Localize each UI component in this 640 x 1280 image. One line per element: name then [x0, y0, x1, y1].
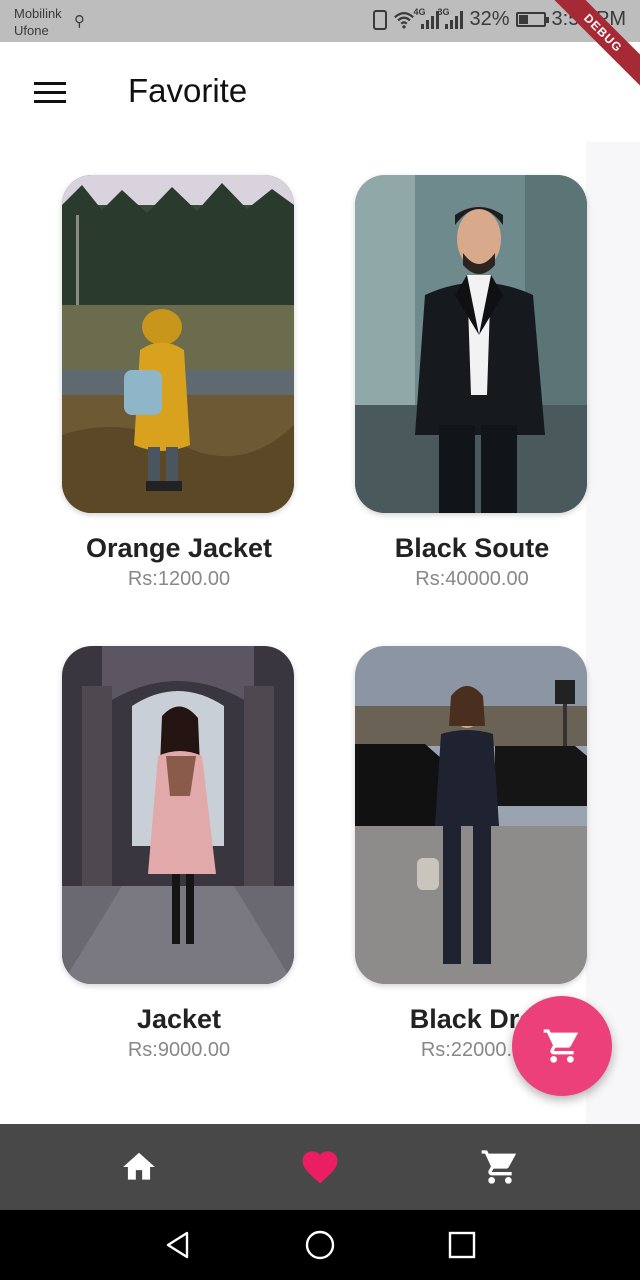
back-icon: [166, 1231, 189, 1259]
signal-2: 3G: [437, 7, 464, 29]
status-bar: Mobilink Ufone ⚲ 4G 3G 32% 3:58 PM: [0, 0, 640, 42]
bottom-navigation: [0, 1124, 640, 1210]
nav-cart[interactable]: [460, 1124, 540, 1210]
home-button[interactable]: [285, 1210, 355, 1280]
scroll-gutter: [586, 142, 640, 1124]
product-grid[interactable]: Orange Jacket Rs:1200.00 Black Soute Rs:…: [0, 142, 640, 1124]
product-card[interactable]: Black Soute Rs:40000.00: [355, 175, 589, 591]
product-image[interactable]: [62, 646, 294, 984]
network-type-2: 3G: [437, 6, 450, 17]
product-image[interactable]: [355, 646, 587, 984]
product-price: Rs:40000.00: [415, 568, 529, 590]
menu-icon[interactable]: [34, 82, 66, 104]
recents-icon: [448, 1231, 476, 1259]
system-navigation-bar: [0, 1210, 640, 1280]
carrier-1: Mobilink: [14, 6, 62, 21]
nav-favorite[interactable]: [280, 1124, 360, 1210]
heart-icon: [302, 1151, 338, 1184]
battery-icon: [515, 12, 549, 27]
man-suit-photo: [355, 175, 587, 513]
cart-fab-button[interactable]: [512, 996, 612, 1096]
product-price: Rs:9000.00: [127, 1039, 231, 1061]
product-card[interactable]: Jacket Rs:9000.00: [62, 646, 296, 1062]
carrier-info: Mobilink Ufone: [14, 5, 62, 39]
page-title: Favorite: [128, 72, 248, 109]
product-name: Jacket: [136, 1004, 222, 1034]
back-button[interactable]: [143, 1210, 213, 1280]
app-screen: Mobilink Ufone ⚲ 4G 3G 32% 3:58 PM: [0, 0, 640, 1280]
product-card[interactable]: Orange Jacket Rs:1200.00: [62, 175, 296, 591]
cart-icon: [481, 1150, 517, 1184]
recents-button[interactable]: [427, 1210, 497, 1280]
woman-coat-photo: [62, 646, 294, 984]
usb-icon: ⚲: [74, 13, 85, 30]
app-bar: Favorite: [0, 42, 640, 142]
product-name: Black Soute: [394, 533, 550, 563]
home-circle-icon: [305, 1230, 335, 1260]
wifi-icon: [394, 11, 415, 29]
carrier-2: Ufone: [14, 23, 49, 38]
woman-pantsuit-photo: [355, 646, 587, 984]
nav-home[interactable]: [99, 1124, 179, 1210]
network-type-1: 4G: [413, 6, 426, 17]
child-jacket-photo: [62, 175, 294, 513]
cart-icon: [543, 1029, 579, 1063]
vibrate-icon: [373, 9, 388, 30]
battery-percent: 32%: [469, 8, 510, 30]
product-image[interactable]: [355, 175, 587, 513]
home-icon: [123, 1152, 155, 1180]
product-price: Rs:1200.00: [127, 568, 231, 590]
product-image[interactable]: [62, 175, 294, 513]
product-name: Orange Jacket: [85, 533, 273, 563]
